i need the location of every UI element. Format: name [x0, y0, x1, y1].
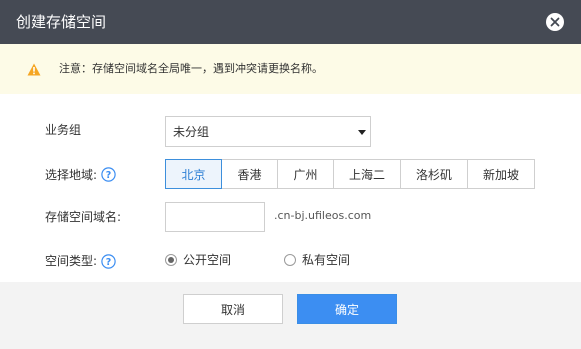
svg-text:?: ? [106, 257, 112, 268]
radio-public-space[interactable]: 公开空间 [165, 252, 231, 268]
radio-public-label: 公开空间 [183, 253, 232, 267]
region-option-losangeles[interactable]: 洛杉矶 [400, 159, 468, 189]
region-button-group: 北京 香港 广州 上海二 洛杉矶 新加坡 [165, 159, 535, 189]
domain-suffix: .cn-bj.ufileos.com [274, 209, 372, 222]
domain-name-input[interactable] [165, 202, 265, 232]
radio-private-label: 私有空间 [302, 253, 351, 267]
dialog-footer [0, 282, 581, 349]
region-label: 选择地域: [45, 168, 98, 182]
question-icon[interactable]: ? [101, 254, 116, 269]
caret-down-icon [358, 130, 366, 135]
region-option-shanghai2[interactable]: 上海二 [333, 159, 401, 189]
radio-unchecked-icon [284, 254, 296, 266]
region-option-guangzhou[interactable]: 广州 [277, 159, 334, 189]
dialog-header: 创建存储空间 [0, 0, 581, 44]
business-group-value: 未分组 [173, 125, 210, 139]
region-option-singapore[interactable]: 新加坡 [467, 159, 535, 189]
notice-text: 注意：存储空间域名全局唯一，遇到冲突请更换名称。 [59, 62, 323, 75]
confirm-button[interactable]: 确定 [297, 294, 397, 324]
cancel-button[interactable]: 取消 [183, 294, 283, 324]
space-type-label: 空间类型: [45, 254, 98, 268]
create-bucket-dialog: 创建存储空间 注意：存储空间域名全局唯一，遇到冲突请更换名称。 业务组 未分组 … [0, 0, 581, 349]
notice-banner: 注意：存储空间域名全局唯一，遇到冲突请更换名称。 [0, 44, 581, 94]
dialog-title: 创建存储空间 [16, 13, 107, 31]
close-button[interactable] [546, 13, 564, 31]
domain-label: 存储空间域名: [45, 210, 122, 224]
region-option-hongkong[interactable]: 香港 [221, 159, 278, 189]
region-option-beijing[interactable]: 北京 [165, 159, 222, 189]
close-icon [550, 17, 560, 27]
question-icon[interactable]: ? [101, 167, 116, 182]
warning-icon [27, 63, 41, 76]
business-group-select[interactable]: 未分组 [165, 116, 371, 147]
svg-text:?: ? [106, 170, 112, 181]
business-group-label: 业务组 [45, 123, 82, 137]
radio-private-space[interactable]: 私有空间 [284, 252, 350, 268]
radio-checked-icon [165, 254, 177, 266]
